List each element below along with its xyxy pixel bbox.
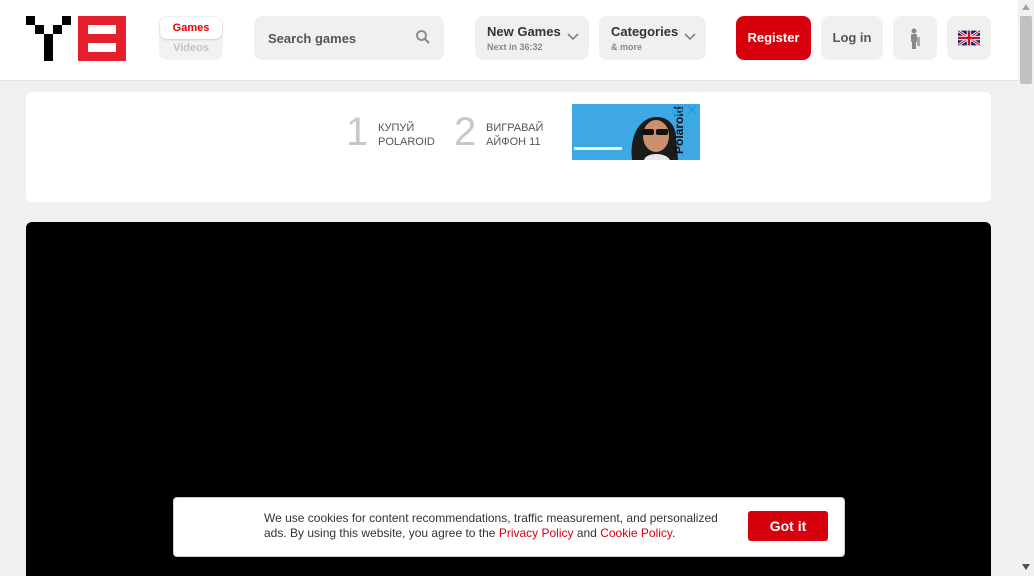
ad-step-number: 1 [346,110,369,154]
videos-tab[interactable]: Videos [159,42,223,54]
new-games-title: New Games [487,24,561,39]
scroll-thumb[interactable] [1020,16,1032,84]
search-input[interactable] [268,28,408,48]
new-games-dropdown[interactable]: New Games Next in 36:32 [475,16,589,60]
site-header: Games Videos New Games Next in 36:32 Cat… [0,0,1018,81]
accessibility-button[interactable] [893,16,937,60]
categories-dropdown[interactable]: Categories & more [599,16,706,60]
new-games-countdown: Next in 36:32 [487,42,543,52]
categories-subtitle: & more [611,42,643,52]
ad-step-line: ВИГРАВАЙ [486,122,544,134]
ad-step-line: КУПУЙ [378,122,415,134]
categories-title: Categories [611,24,679,39]
got-it-button[interactable]: Got it [748,511,828,541]
uk-flag-icon [958,30,980,46]
login-button[interactable]: Log in [821,16,883,60]
cookie-message: We use cookies for content recommendatio… [264,511,734,541]
scroll-down-icon[interactable] [1022,564,1030,570]
ad-info-icon[interactable] [671,104,683,116]
accessibility-icon [911,28,920,49]
ad-step-line: АЙФОН 11 [486,136,541,148]
language-button[interactable] [947,16,991,60]
cookie-text: and [573,526,601,540]
ad-step-line: POLAROID [378,136,435,148]
scroll-up-icon[interactable] [1022,4,1030,10]
ad-step-text: ВИГРАВАЙ АЙФОН 11 [486,121,543,149]
y8-logo[interactable] [26,16,126,61]
search-box [254,16,444,60]
chevron-down-icon [567,33,579,41]
games-tab[interactable]: Games [160,17,222,39]
ad-step-number: 2 [454,110,477,154]
cookie-banner: We use cookies for content recommendatio… [173,497,845,557]
privacy-policy-link[interactable]: Privacy Policy [499,526,574,540]
cookie-text: . [672,526,676,540]
ad-close-icon[interactable] [686,104,698,116]
ad-step-text: КУПУЙ POLAROID [378,121,435,149]
cookie-policy-link[interactable]: Cookie Policy [600,526,672,540]
ad-banner[interactable]: 1 КУПУЙ POLAROID 2 ВИГРАВАЙ АЙФОН 11 Pol… [26,92,991,202]
games-videos-switch: Games Videos [159,16,223,60]
register-button[interactable]: Register [736,16,811,60]
chevron-down-icon [684,33,696,41]
page-scrollbar[interactable] [1018,0,1034,576]
search-icon[interactable] [415,29,431,45]
